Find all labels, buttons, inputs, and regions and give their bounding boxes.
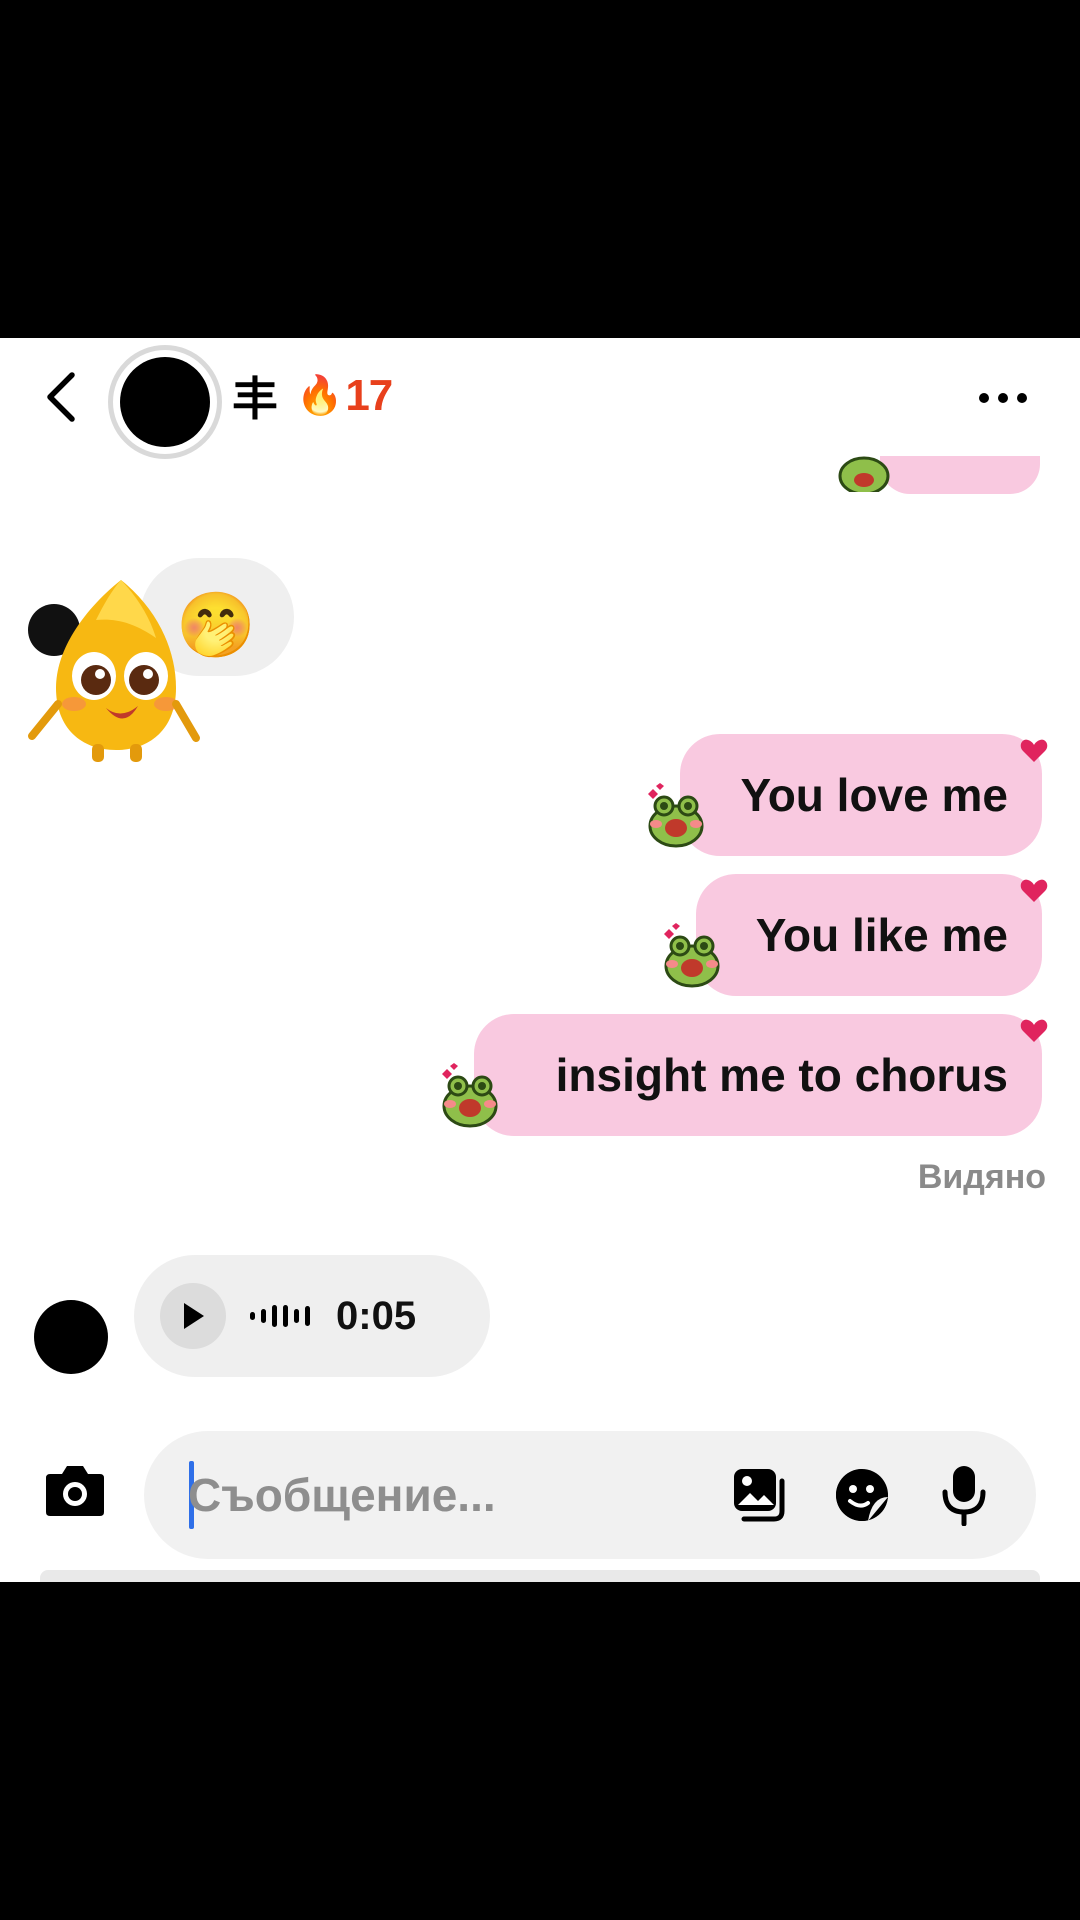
frog-sticker-icon <box>442 1063 498 1128</box>
microphone-icon <box>942 1466 986 1526</box>
camera-icon <box>46 1466 104 1516</box>
more-dot-icon <box>979 393 989 403</box>
message-composer <box>0 1413 1080 1563</box>
chat-header: 丰 🔥 17 <box>0 338 1080 459</box>
more-dot-icon <box>1017 393 1027 403</box>
frog-sticker-icon <box>664 923 720 988</box>
reaction-emoji: 🤭 <box>176 586 256 664</box>
avatar-image <box>120 357 210 447</box>
heart-reaction-icon <box>1020 879 1048 902</box>
heart-reaction-icon <box>1020 1019 1048 1042</box>
seen-status: Видяно <box>917 1158 1046 1196</box>
frog-sticker-icon <box>838 456 890 492</box>
camera-button[interactable] <box>42 1460 108 1520</box>
sent-message-bubble[interactable]: You love me <box>680 734 1042 856</box>
sender-avatar[interactable] <box>34 1300 108 1374</box>
microphone-button[interactable] <box>932 1463 996 1527</box>
chat-screen: 丰 🔥 17 🤭 You love me You like me insight… <box>0 338 1080 1582</box>
bottom-sheet-edge <box>40 1570 1040 1582</box>
sticker-icon <box>836 1469 888 1521</box>
gallery-icon <box>734 1469 785 1522</box>
streak-badge: 🔥 17 <box>296 366 393 426</box>
message-input-pill[interactable] <box>144 1431 1036 1559</box>
voice-duration: 0:05 <box>336 1293 417 1338</box>
voice-message-bubble[interactable]: 0:05 <box>134 1255 490 1377</box>
letterbox-bottom <box>0 1582 1080 1920</box>
play-button[interactable] <box>160 1283 226 1349</box>
sent-message-bubble[interactable]: insight me to chorus <box>474 1014 1042 1136</box>
message-text: insight me to chorus <box>555 1049 1008 1101</box>
more-options-button[interactable] <box>968 378 1038 418</box>
letterbox-top <box>0 0 1080 338</box>
contact-username[interactable]: 丰 <box>232 366 278 426</box>
message-input[interactable] <box>188 1465 708 1525</box>
message-text: You like me <box>755 909 1008 961</box>
waveform-icon <box>250 1301 310 1331</box>
fire-icon: 🔥 <box>296 375 344 417</box>
sent-message-bubble[interactable]: You like me <box>696 874 1042 996</box>
hand-over-mouth-icon: 🤭 <box>176 589 256 661</box>
gallery-button[interactable] <box>728 1463 792 1527</box>
back-button[interactable] <box>36 366 86 428</box>
more-dot-icon <box>998 393 1008 403</box>
frog-sticker-icon <box>648 783 704 848</box>
contact-avatar[interactable] <box>108 345 222 459</box>
chevron-left-icon <box>47 372 75 422</box>
sticker-button[interactable] <box>830 1463 894 1527</box>
heart-reaction-icon <box>1020 739 1048 762</box>
play-icon <box>184 1303 204 1329</box>
streak-count: 17 <box>345 371 393 420</box>
message-text: You love me <box>740 769 1008 821</box>
